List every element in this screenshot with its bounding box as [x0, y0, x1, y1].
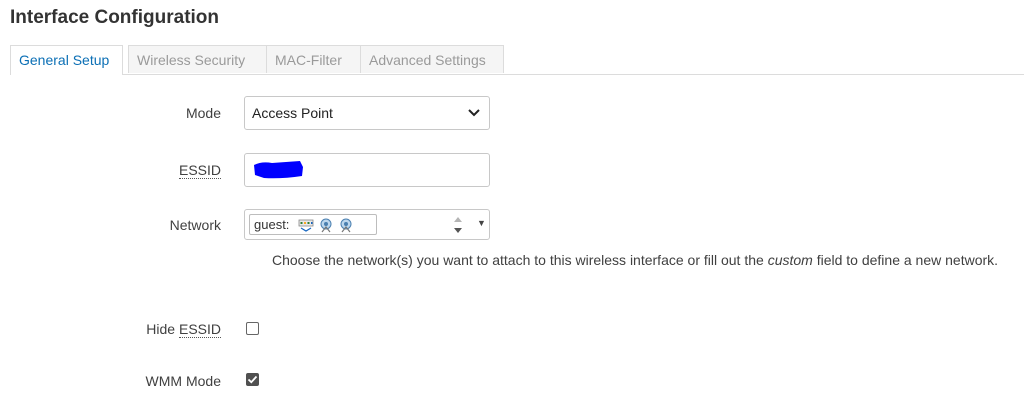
dropdown-caret-icon[interactable]: ▼	[477, 218, 486, 228]
mode-select-value: Access Point	[252, 105, 333, 121]
tab-general-setup[interactable]: General Setup	[10, 45, 123, 75]
network-label: Network	[169, 217, 221, 233]
tab-mac-filter[interactable]: MAC-Filter	[266, 45, 364, 73]
tab-bar: General Setup Wireless Security MAC-Filt…	[10, 45, 1024, 75]
network-selected-item[interactable]: guest:	[249, 214, 377, 235]
wmm-mode-label: WMM Mode	[145, 373, 221, 389]
mode-select[interactable]: Access Point	[244, 96, 490, 130]
essid-input[interactable]	[244, 153, 490, 187]
wifi-icon	[320, 218, 332, 233]
page-title: Interface Configuration	[10, 7, 220, 28]
ethernet-switch-icon	[298, 219, 314, 232]
checkmark-icon	[247, 375, 257, 383]
wmm-mode-checkbox[interactable]	[246, 373, 259, 386]
essid-label-abbr: ESSID	[178, 162, 221, 179]
network-item-label: guest:	[254, 217, 290, 232]
hide-essid-checkbox[interactable]	[246, 322, 259, 335]
mode-label: Mode	[185, 105, 221, 121]
hide-essid-label: Hide ESSID	[146, 321, 221, 338]
tab-wireless-security[interactable]: Wireless Security	[128, 45, 273, 73]
network-help-text: Choose the network(s) you want to attach…	[272, 252, 999, 268]
chevron-down-icon	[468, 109, 480, 117]
tab-advanced-settings[interactable]: Advanced Settings	[360, 45, 504, 73]
wifi-icon	[340, 218, 352, 233]
spinner-arrows-icon[interactable]	[451, 213, 465, 237]
redaction-mark	[254, 161, 303, 179]
essid-label: ESSID	[178, 162, 221, 179]
network-dropdown[interactable]: guest: ▼	[244, 209, 490, 240]
